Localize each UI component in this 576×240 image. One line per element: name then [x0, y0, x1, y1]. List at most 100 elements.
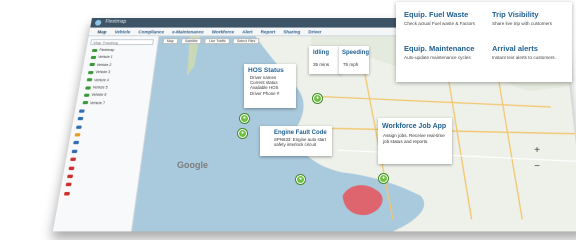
sidebar-item-label: Vehicle 3 [95, 70, 110, 74]
trip-visibility-text: Share live trip with customers [492, 21, 570, 27]
vehicle-status-icon [76, 125, 82, 128]
arrival-alerts-title: Arrival alerts [492, 44, 570, 53]
vehicle-status-icon [69, 166, 75, 169]
vehicle-pin-icon[interactable]: ● [379, 174, 388, 183]
fault-text: SPN633: Engine auto start safety interlo… [260, 136, 332, 147]
sidebar-item[interactable] [67, 174, 76, 179]
fuel-waste-feature: Equip. Fuel Waste Check actual Fuel wast… [404, 10, 484, 27]
vehicle-status-icon [70, 158, 76, 161]
sidebar-search-input[interactable]: Map Tracking [90, 39, 154, 45]
sidebar-item-label: Vehicle 6 [91, 93, 107, 97]
vehicle-pin-icon[interactable]: ● [240, 114, 249, 123]
sidebar-item[interactable] [64, 191, 73, 196]
job-title: Workforce Job App [378, 118, 452, 130]
logo-icon [95, 20, 102, 26]
vehicle-status-icon [65, 183, 71, 186]
sidebar-item[interactable]: Vehicle 1 [91, 55, 113, 59]
fuel-waste-title: Equip. Fuel Waste [404, 10, 484, 19]
vehicle-status-icon [89, 63, 95, 66]
vehicle-status-icon [64, 192, 70, 196]
feature-panel: Equip. Fuel Waste Check actual Fuel wast… [396, 2, 572, 82]
nav-workforce[interactable]: Workforce [212, 29, 235, 34]
map-view-button[interactable]: Map [162, 38, 178, 44]
vehicle-status-icon [67, 174, 73, 177]
vehicle-status-icon [73, 141, 79, 144]
stage: Fleetmap Map Vehicle Compliance e-Mainte… [0, 0, 576, 240]
speeding-title: Speeding [339, 46, 369, 56]
zoom-in-button[interactable]: + [532, 146, 542, 156]
hos-line-phone: Driver Phone # [250, 91, 296, 96]
sidebar-item[interactable] [73, 141, 81, 145]
nav-alert[interactable]: Alert [242, 29, 253, 34]
nav-vehicle[interactable]: Vehicle [114, 29, 130, 34]
arrival-alerts-text: Instant text alerts to customers. [492, 55, 570, 61]
traffic-toggle[interactable]: Live Traffic [204, 38, 230, 44]
maintenance-text: Auto-update maintenance cycles [404, 55, 490, 61]
vehicle-pin-icon[interactable]: ● [313, 94, 322, 103]
idling-title: Idling [309, 46, 341, 56]
satellite-view-button[interactable]: Satellite [181, 38, 202, 44]
vehicle-status-icon [91, 56, 97, 59]
vehicle-status-icon [79, 109, 85, 112]
sidebar-item[interactable]: Vehicle 5 [85, 85, 108, 89]
vehicle-status-icon [87, 78, 93, 81]
sidebar-item[interactable]: Vehicle 4 [87, 78, 110, 82]
sidebar-item[interactable]: Vehicle 7 [82, 101, 105, 105]
sidebar-item[interactable] [77, 117, 85, 121]
idling-card: Idling 35 mins [309, 46, 341, 74]
zoom-out-button[interactable]: − [532, 162, 542, 172]
sidebar-item[interactable]: Vehicle 6 [84, 93, 107, 97]
nav-maintenance[interactable]: e-Maintenance [172, 29, 204, 34]
vehicle-status-icon [77, 117, 83, 120]
nav-sharing[interactable]: Sharing [283, 29, 300, 34]
vehicle-pin-icon[interactable]: ● [238, 129, 247, 138]
fuel-waste-text: Check actual Fuel waste & Factors [404, 21, 484, 27]
vehicle-pin-icon[interactable]: ● [296, 175, 305, 184]
nav-driver[interactable]: Driver [308, 29, 321, 34]
vehicle-status-icon [84, 94, 90, 97]
sidebar-item[interactable]: Vehicle 2 [89, 63, 112, 67]
sidebar-item[interactable] [70, 157, 78, 162]
nav-map[interactable]: Map [97, 29, 107, 34]
nav-compliance[interactable]: Compliance [138, 29, 164, 34]
map-toolbar: Map Satellite Live Traffic Select Files [162, 38, 259, 44]
sidebar-item-label: Vehicle 7 [90, 101, 106, 105]
trip-visibility-title: Trip Visibility [492, 10, 570, 19]
speeding-card: Speeding 75 mph [339, 46, 369, 74]
vehicle-status-icon [75, 133, 81, 136]
trip-visibility-feature: Trip Visibility Share live trip with cus… [492, 10, 570, 27]
sidebar-item[interactable]: Fleetmap [92, 48, 115, 52]
sidebar-item-label: Fleetmap [99, 48, 115, 52]
vehicle-status-icon [85, 86, 91, 89]
sidebar-item[interactable] [79, 109, 87, 113]
select-files-button[interactable]: Select Files [233, 38, 260, 44]
app-title: Fleetmap [105, 19, 127, 25]
sidebar-item-label: Vehicle 2 [96, 63, 111, 67]
sidebar-item[interactable] [65, 182, 74, 187]
fault-title: Engine Fault Code [260, 126, 332, 136]
nav-report[interactable]: Report [261, 29, 276, 34]
sidebar-item-label: Vehicle 1 [98, 55, 113, 59]
sidebar-item[interactable] [74, 133, 82, 137]
hos-status-card: HOS Status Driver names Current status A… [244, 64, 296, 108]
idling-value: 35 mins [309, 56, 341, 67]
hos-title: HOS Status [244, 64, 296, 74]
arrival-alerts-feature: Arrival alerts Instant text alerts to cu… [492, 44, 570, 61]
maintenance-title: Equip. Maintenance [404, 44, 490, 53]
vehicle-status-icon [72, 149, 78, 152]
sidebar-item[interactable] [68, 165, 76, 170]
map-watermark: Google [177, 160, 208, 170]
sidebar-item-label: Vehicle 4 [94, 78, 109, 82]
sidebar-item[interactable]: Vehicle 3 [88, 70, 111, 74]
sidebar-item-label: Vehicle 5 [92, 85, 108, 89]
workforce-job-card: Workforce Job App Assign jobs. Receive r… [378, 118, 452, 164]
sidebar-item[interactable] [76, 125, 84, 129]
vehicle-status-icon [82, 101, 88, 104]
vehicle-status-icon [92, 49, 98, 52]
maintenance-feature: Equip. Maintenance Auto-update maintenan… [404, 44, 490, 61]
vehicle-status-icon [88, 71, 94, 74]
job-text: Assign jobs. Receive real-time job statu… [378, 130, 452, 144]
engine-fault-card: Engine Fault Code SPN633: Engine auto st… [260, 126, 332, 156]
sidebar-item[interactable] [72, 149, 80, 153]
speeding-value: 75 mph [339, 56, 369, 67]
